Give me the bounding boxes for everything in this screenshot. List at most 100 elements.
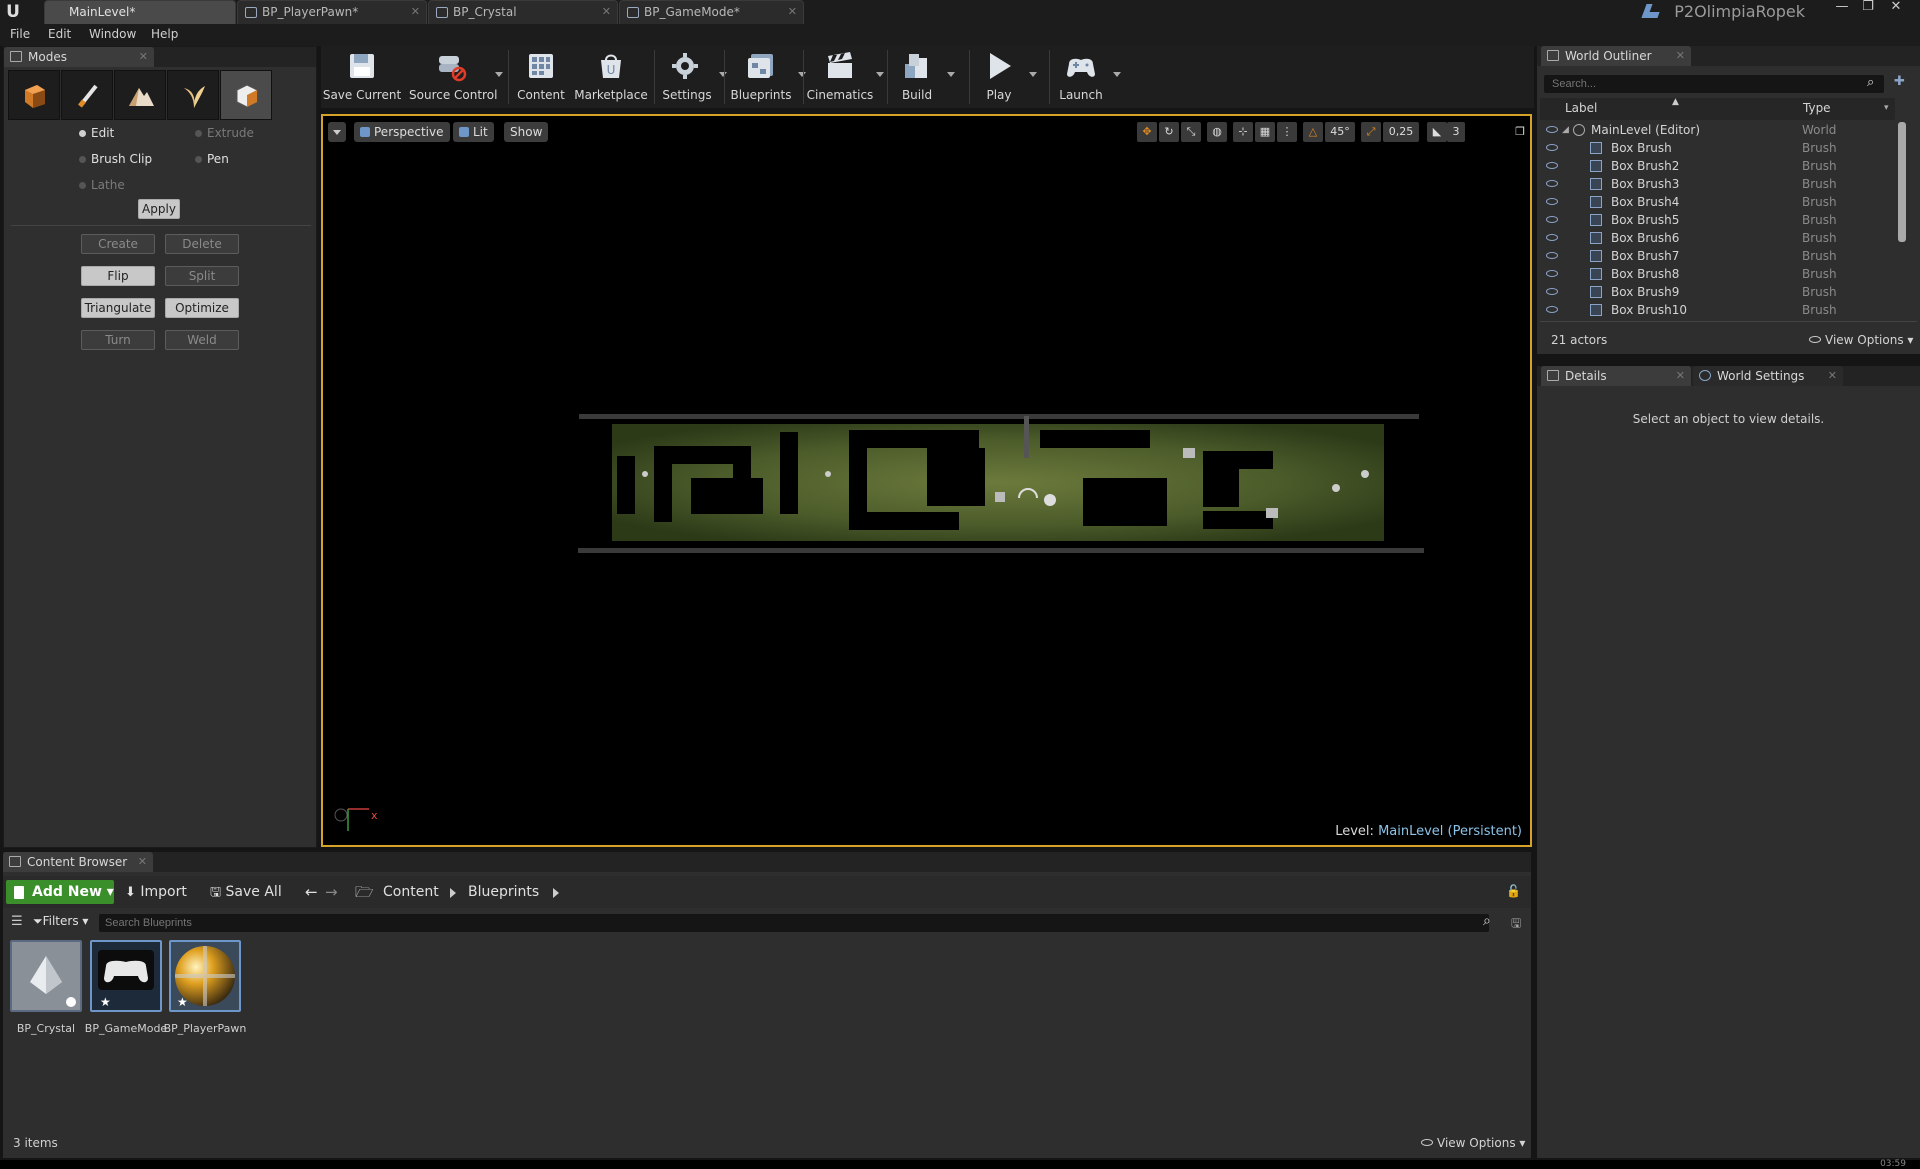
- add-new-button[interactable]: Add New ▾: [6, 880, 114, 904]
- outliner-row[interactable]: Box Brush7 Brush: [1540, 247, 1895, 265]
- close-icon[interactable]: ✕: [139, 47, 148, 67]
- close-icon[interactable]: ✕: [138, 852, 147, 872]
- menu-window[interactable]: Window: [89, 27, 136, 41]
- outliner-row[interactable]: Box Brush5 Brush: [1540, 211, 1895, 229]
- paint-mode-icon[interactable]: [61, 70, 113, 120]
- flip-button[interactable]: Flip: [81, 266, 155, 286]
- asset-bp-crystal[interactable]: BP_Crystal: [10, 940, 82, 1035]
- visibility-eye-icon[interactable]: [1546, 198, 1558, 205]
- create-button[interactable]: Create: [81, 234, 155, 254]
- back-arrow-icon[interactable]: ←: [305, 880, 318, 904]
- breadcrumb-arrow-icon[interactable]: [450, 888, 456, 898]
- chevron-down-icon[interactable]: [1113, 72, 1121, 77]
- tab-world-settings[interactable]: World Settings ✕: [1693, 366, 1843, 386]
- visibility-eye-icon[interactable]: [1546, 216, 1558, 223]
- place-mode-icon[interactable]: [8, 70, 60, 120]
- radio-edit[interactable]: Edit: [79, 126, 114, 140]
- play-button[interactable]: Play: [971, 46, 1037, 108]
- outliner-row[interactable]: Box Brush8 Brush: [1540, 265, 1895, 283]
- blueprints-search-input[interactable]: [99, 914, 1489, 932]
- apply-button[interactable]: Apply: [138, 199, 180, 219]
- chevron-down-icon[interactable]: [947, 72, 955, 77]
- minimize-icon[interactable]: —: [1830, 0, 1854, 16]
- outliner-row[interactable]: Box Brush3 Brush: [1540, 175, 1895, 193]
- chevron-down-icon[interactable]: ▾: [1884, 103, 1889, 113]
- visibility-eye-icon[interactable]: [1546, 252, 1558, 259]
- tab-modes[interactable]: Modes ✕: [4, 47, 154, 67]
- asset-bp-game-mode[interactable]: ★ BP_GameMode: [85, 940, 167, 1035]
- visibility-eye-icon[interactable]: [1546, 126, 1558, 133]
- tab-details[interactable]: Details ✕: [1541, 366, 1691, 386]
- radio-pen[interactable]: Pen: [195, 152, 229, 166]
- radio-lathe[interactable]: Lathe: [79, 178, 125, 192]
- chevron-down-icon[interactable]: [798, 72, 806, 77]
- outliner-row[interactable]: Box Brush10 Brush: [1540, 301, 1895, 319]
- outliner-row[interactable]: Box Brush2 Brush: [1540, 157, 1895, 175]
- outliner-row[interactable]: Box Brush6 Brush: [1540, 229, 1895, 247]
- tab-main-level[interactable]: MainLevel*: [44, 0, 236, 24]
- triangulate-button[interactable]: Triangulate: [81, 298, 155, 318]
- save-current-button[interactable]: Save Current: [321, 46, 403, 108]
- breadcrumb-content[interactable]: Content: [383, 880, 439, 904]
- column-label[interactable]: Label: [1565, 101, 1597, 115]
- close-icon[interactable]: ✕: [1676, 366, 1685, 386]
- radio-extrude[interactable]: Extrude: [195, 126, 254, 140]
- outliner-row[interactable]: Box Brush9 Brush: [1540, 283, 1895, 301]
- launch-button[interactable]: Launch: [1051, 46, 1121, 108]
- tab-world-outliner[interactable]: World Outliner ✕: [1541, 46, 1691, 66]
- outliner-root-row[interactable]: ◢ MainLevel (Editor) World: [1540, 121, 1895, 139]
- lock-icon[interactable]: 🔓: [1506, 884, 1521, 898]
- delete-button[interactable]: Delete: [165, 234, 239, 254]
- forward-arrow-icon[interactable]: →: [325, 880, 338, 904]
- expand-arrow-icon[interactable]: ◢: [1562, 121, 1569, 139]
- add-filter-icon[interactable]: ✚: [1894, 74, 1910, 90]
- settings-button[interactable]: Settings: [657, 46, 727, 108]
- chevron-down-icon[interactable]: [876, 72, 884, 77]
- close-icon[interactable]: ✕: [788, 1, 797, 23]
- visibility-eye-icon[interactable]: [1546, 234, 1558, 241]
- chevron-down-icon[interactable]: [495, 72, 503, 77]
- split-button[interactable]: Split: [165, 266, 239, 286]
- foliage-mode-icon[interactable]: [167, 70, 219, 120]
- close-icon[interactable]: ✕: [1828, 366, 1837, 386]
- save-all-button[interactable]: 🖫 Save All: [210, 880, 282, 904]
- outliner-row[interactable]: Box Brush4 Brush: [1540, 193, 1895, 211]
- visibility-eye-icon[interactable]: [1546, 306, 1558, 313]
- geometry-mode-icon[interactable]: [220, 70, 272, 120]
- source-control-button[interactable]: Source Control: [409, 46, 503, 108]
- optimize-button[interactable]: Optimize: [165, 298, 239, 318]
- menu-help[interactable]: Help: [151, 27, 178, 41]
- close-icon[interactable]: ✕: [411, 1, 420, 23]
- content-view-options[interactable]: View Options ▾: [1421, 1136, 1525, 1150]
- visibility-eye-icon[interactable]: [1546, 180, 1558, 187]
- import-button[interactable]: ⬇ Import: [125, 880, 187, 904]
- tab-bp-crystal[interactable]: BP_Crystal ✕: [428, 0, 618, 24]
- weld-button[interactable]: Weld: [165, 330, 239, 350]
- folder-icon[interactable]: 🗁: [355, 880, 374, 904]
- close-icon[interactable]: ✕: [1676, 46, 1685, 66]
- landscape-mode-icon[interactable]: [114, 70, 166, 120]
- breadcrumb-blueprints[interactable]: Blueprints: [468, 880, 539, 904]
- visibility-eye-icon[interactable]: [1546, 270, 1558, 277]
- outliner-view-options[interactable]: View Options ▾: [1809, 333, 1913, 347]
- outliner-search-input[interactable]: [1544, 75, 1884, 93]
- save-search-icon[interactable]: 🖫: [1511, 914, 1521, 935]
- chevron-down-icon[interactable]: [1029, 72, 1037, 77]
- maximize-icon[interactable]: ❐: [1856, 0, 1880, 16]
- tab-bp-game-mode[interactable]: BP_GameMode* ✕: [619, 0, 804, 24]
- blueprints-button[interactable]: Blueprints: [726, 46, 806, 108]
- turn-button[interactable]: Turn: [81, 330, 155, 350]
- cinematics-button[interactable]: Cinematics: [806, 46, 884, 108]
- menu-file[interactable]: File: [10, 27, 30, 41]
- marketplace-button[interactable]: U Marketplace: [573, 46, 649, 108]
- level-viewport[interactable]: Perspective Lit Show ✥ ↻ ⤡ ◍ ⊹ ▦ ⋮ △ 45°…: [321, 114, 1532, 847]
- close-icon[interactable]: ✕: [602, 1, 611, 23]
- visibility-eye-icon[interactable]: [1546, 144, 1558, 151]
- content-button[interactable]: Content: [513, 46, 569, 108]
- radio-brush-clip[interactable]: Brush Clip: [79, 152, 152, 166]
- sources-toggle-icon[interactable]: ☰: [11, 914, 23, 929]
- tab-bp-player-pawn[interactable]: BP_PlayerPawn* ✕: [237, 0, 427, 24]
- outliner-row[interactable]: Box Brush Brush: [1540, 139, 1895, 157]
- close-window-icon[interactable]: ✕: [1884, 0, 1908, 16]
- filters-button[interactable]: ⏷Filters ▾: [33, 914, 88, 929]
